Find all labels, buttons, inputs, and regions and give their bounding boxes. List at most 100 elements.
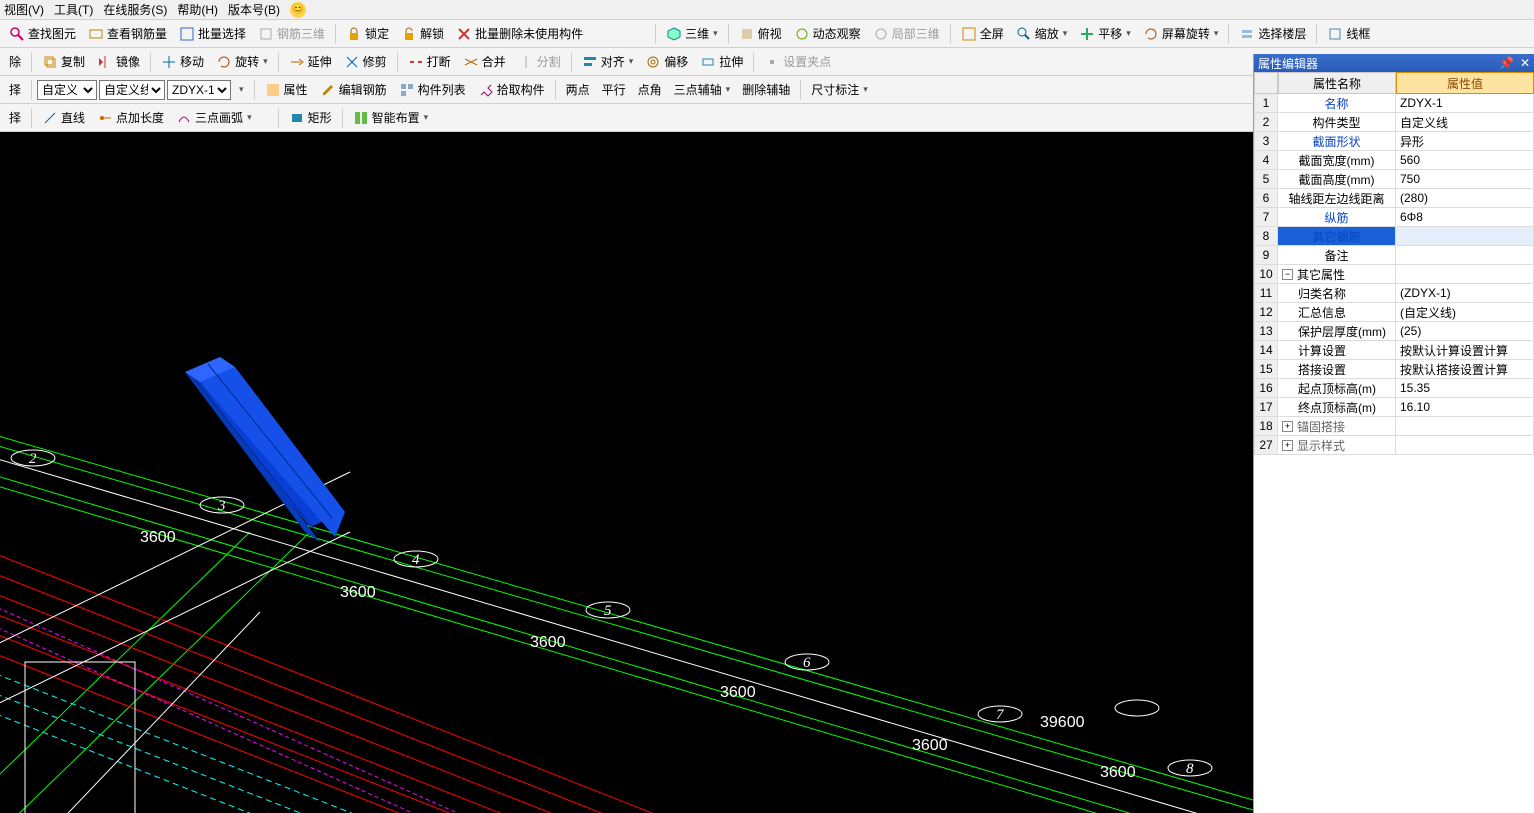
property-row[interactable]: 4截面宽度(mm)560 <box>1254 151 1534 170</box>
screen-rotate-button[interactable]: 屏幕旋转 <box>1138 23 1224 45</box>
fullscreen-button[interactable]: 全屏 <box>956 23 1009 45</box>
property-value[interactable]: (ZDYX-1) <box>1396 284 1534 303</box>
delete-axis-button[interactable]: 删除辅轴 <box>737 79 795 101</box>
attr-button[interactable]: 属性 <box>260 79 313 101</box>
menu-help[interactable]: 帮助(H) <box>177 1 218 18</box>
top-view-button[interactable]: 俯视 <box>734 23 787 45</box>
break-button[interactable]: 打断 <box>403 51 456 73</box>
component-select[interactable]: ZDYX-1 <box>167 80 231 100</box>
select2-button[interactable]: 择 <box>4 107 26 129</box>
property-value[interactable]: ZDYX-1 <box>1396 94 1534 113</box>
property-row[interactable]: 7纵筋6Φ8 <box>1254 208 1534 227</box>
3d-view-button[interactable]: 三维 <box>661 23 723 45</box>
component-dropdown-button[interactable] <box>233 79 249 101</box>
property-value[interactable]: 16.10 <box>1396 398 1534 417</box>
align-button[interactable]: 对齐 <box>577 51 639 73</box>
menu-online[interactable]: 在线服务(S) <box>103 1 167 18</box>
pan-button[interactable]: 平移 <box>1074 23 1136 45</box>
stretch-icon <box>700 54 716 70</box>
offset-button[interactable]: 偏移 <box>640 51 693 73</box>
expand-icon[interactable]: + <box>1282 440 1293 451</box>
lock-button[interactable]: 锁定 <box>341 23 394 45</box>
delete-button[interactable]: 除 <box>4 51 26 73</box>
property-row[interactable]: 16起点顶标高(m)15.35 <box>1254 379 1534 398</box>
pin-icon[interactable]: 📌 <box>1499 56 1514 70</box>
property-row[interactable]: 14计算设置按默认计算设置计算 <box>1254 341 1534 360</box>
property-row[interactable]: 1名称ZDYX-1 <box>1254 94 1534 113</box>
rotate-button[interactable]: 旋转 <box>211 51 273 73</box>
stretch-button[interactable]: 拉伸 <box>695 51 748 73</box>
type-select[interactable]: 自定义线 <box>99 80 165 100</box>
property-row[interactable]: 13保护层厚度(mm)(25) <box>1254 322 1534 341</box>
batch-select-button[interactable]: 批量选择 <box>174 23 251 45</box>
menu-version[interactable]: 版本号(B) <box>228 1 280 18</box>
unlock-button[interactable]: 解锁 <box>396 23 449 45</box>
property-value[interactable]: 750 <box>1396 170 1534 189</box>
move-button[interactable]: 移动 <box>156 51 209 73</box>
component-list-button[interactable]: 构件列表 <box>394 79 471 101</box>
merge-button[interactable]: 合并 <box>458 51 511 73</box>
property-row[interactable]: 8其它钢筋 <box>1254 227 1534 246</box>
property-row[interactable]: 11归类名称(ZDYX-1) <box>1254 284 1534 303</box>
property-value[interactable]: (280) <box>1396 189 1534 208</box>
three-point-axis-button[interactable]: 三点辅轴 <box>669 79 736 101</box>
trim-button[interactable]: 修剪 <box>339 51 392 73</box>
property-row[interactable]: 2构件类型自定义线 <box>1254 113 1534 132</box>
property-value[interactable]: 异形 <box>1396 132 1534 151</box>
auto-layout-button[interactable]: 智能布置 <box>348 107 434 129</box>
property-row[interactable]: 10−其它属性 <box>1254 265 1534 284</box>
smiley-icon[interactable]: 😊 <box>290 2 306 18</box>
property-value[interactable]: (自定义线) <box>1396 303 1534 322</box>
property-row[interactable]: 15搭接设置按默认搭接设置计算 <box>1254 360 1534 379</box>
property-value[interactable]: 6Φ8 <box>1396 208 1534 227</box>
select-floor-button[interactable]: 选择楼层 <box>1234 23 1311 45</box>
property-value[interactable]: 按默认计算设置计算 <box>1396 341 1534 360</box>
copy-button[interactable]: 复制 <box>37 51 90 73</box>
property-value[interactable] <box>1396 265 1534 284</box>
point-angle-button[interactable]: 点角 <box>633 79 667 101</box>
dimension-button[interactable]: 尺寸标注 <box>806 79 873 101</box>
property-value[interactable] <box>1396 246 1534 265</box>
property-value[interactable]: 15.35 <box>1396 379 1534 398</box>
mirror-button[interactable]: 镜像 <box>92 51 145 73</box>
property-value[interactable]: 按默认搭接设置计算 <box>1396 360 1534 379</box>
property-value[interactable]: 560 <box>1396 151 1534 170</box>
viewport-3d[interactable]: 2 3 4 5 6 7 8 3600 3600 3600 3600 3600 3… <box>0 132 1253 813</box>
point-length-button[interactable]: 点加长度 <box>92 107 169 129</box>
zoom-button[interactable]: 缩放 <box>1011 23 1073 45</box>
pick-component-button[interactable]: 拾取构件 <box>473 79 550 101</box>
find-elements-button[interactable]: 查找图元 <box>4 23 81 45</box>
property-value[interactable] <box>1396 227 1534 246</box>
parallel-button[interactable]: 平行 <box>597 79 631 101</box>
extend-button[interactable]: 延伸 <box>284 51 337 73</box>
batch-delete-button[interactable]: 批量删除未使用构件 <box>451 23 588 45</box>
property-row[interactable]: 17终点顶标高(m)16.10 <box>1254 398 1534 417</box>
view-rebar-button[interactable]: 查看钢筋量 <box>83 23 172 45</box>
expand-icon[interactable]: + <box>1282 421 1293 432</box>
property-value[interactable] <box>1396 417 1534 436</box>
edit-rebar-button[interactable]: 编辑钢筋 <box>315 79 392 101</box>
line-button[interactable]: 直线 <box>37 107 90 129</box>
two-point-button[interactable]: 两点 <box>561 79 595 101</box>
property-row[interactable]: 27+显示样式 <box>1254 436 1534 455</box>
dynamic-orbit-button[interactable]: 动态观察 <box>789 23 866 45</box>
collapse-icon[interactable]: − <box>1282 269 1293 280</box>
category-select[interactable]: 自定义 <box>37 80 97 100</box>
property-row[interactable]: 18+锚固搭接 <box>1254 417 1534 436</box>
property-row[interactable]: 12汇总信息(自定义线) <box>1254 303 1534 322</box>
menu-view[interactable]: 视图(V) <box>4 1 44 18</box>
arc3-button[interactable]: 三点画弧 <box>171 107 257 129</box>
close-icon[interactable]: ✕ <box>1520 56 1530 70</box>
property-value[interactable] <box>1396 436 1534 455</box>
menu-tools[interactable]: 工具(T) <box>54 1 93 18</box>
wireframe-button[interactable]: 线框 <box>1322 23 1375 45</box>
rect-button[interactable]: 矩形 <box>284 107 337 129</box>
property-row[interactable]: 5截面高度(mm)750 <box>1254 170 1534 189</box>
property-row[interactable]: 9备注 <box>1254 246 1534 265</box>
property-row[interactable]: 6轴线距左边线距离(280) <box>1254 189 1534 208</box>
select-button[interactable]: 择 <box>4 79 26 101</box>
property-value[interactable]: 自定义线 <box>1396 113 1534 132</box>
property-row[interactable]: 3截面形状异形 <box>1254 132 1534 151</box>
property-value[interactable]: (25) <box>1396 322 1534 341</box>
property-body[interactable]: 1名称ZDYX-12构件类型自定义线3截面形状异形4截面宽度(mm)5605截面… <box>1254 94 1534 813</box>
